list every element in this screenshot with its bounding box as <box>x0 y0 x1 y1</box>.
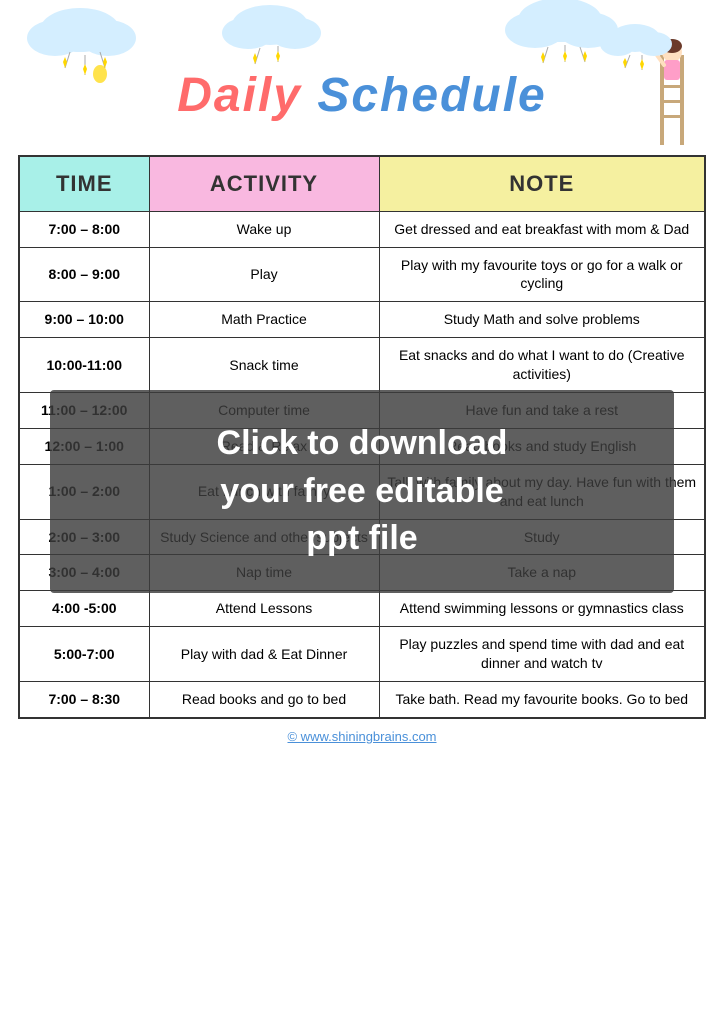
cell-note: Take bath. Read my favourite books. Go t… <box>379 682 705 718</box>
cell-time: 10:00-11:00 <box>19 338 149 393</box>
cell-activity: Wake up <box>149 211 379 247</box>
cell-activity: Play with dad & Eat Dinner <box>149 627 379 682</box>
overlay-line1: Click to download <box>70 420 654 468</box>
table-row: 7:00 – 8:00Wake upGet dressed and eat br… <box>19 211 705 247</box>
cell-time: 5:00-7:00 <box>19 627 149 682</box>
cell-time: 8:00 – 9:00 <box>19 247 149 302</box>
header-activity: ACTIVITY <box>149 156 379 211</box>
title-daily: Daily Schedule <box>177 69 546 122</box>
overlay-line2: your free editable <box>70 468 654 516</box>
table-row: 10:00-11:00Snack timeEat snacks and do w… <box>19 338 705 393</box>
cell-note: Play puzzles and spend time with dad and… <box>379 627 705 682</box>
table-row: 5:00-7:00Play with dad & Eat DinnerPlay … <box>19 627 705 682</box>
cell-note: Get dressed and eat breakfast with mom &… <box>379 211 705 247</box>
cell-note: Attend swimming lessons or gymnastics cl… <box>379 591 705 627</box>
table-row: 4:00 -5:00Attend LessonsAttend swimming … <box>19 591 705 627</box>
overlay-line3: ppt file <box>70 515 654 563</box>
header: Daily Schedule <box>0 0 724 155</box>
cell-activity: Math Practice <box>149 302 379 338</box>
cell-activity: Attend Lessons <box>149 591 379 627</box>
cell-note: Play with my favourite toys or go for a … <box>379 247 705 302</box>
table-row: 9:00 – 10:00Math PracticeStudy Math and … <box>19 302 705 338</box>
download-overlay[interactable]: Click to download your free editable ppt… <box>50 390 674 593</box>
cell-time: 4:00 -5:00 <box>19 591 149 627</box>
cell-time: 9:00 – 10:00 <box>19 302 149 338</box>
cell-activity: Snack time <box>149 338 379 393</box>
cell-note: Study Math and solve problems <box>379 302 705 338</box>
table-row: 8:00 – 9:00PlayPlay with my favourite to… <box>19 247 705 302</box>
cell-activity: Play <box>149 247 379 302</box>
table-row: 7:00 – 8:30Read books and go to bedTake … <box>19 682 705 718</box>
cell-time: 7:00 – 8:00 <box>19 211 149 247</box>
title: Daily Schedule <box>20 68 704 123</box>
header-note: NOTE <box>379 156 705 211</box>
footer[interactable]: © www.shiningbrains.com <box>0 719 724 754</box>
cell-note: Eat snacks and do what I want to do (Cre… <box>379 338 705 393</box>
header-time: TIME <box>19 156 149 211</box>
cell-time: 7:00 – 8:30 <box>19 682 149 718</box>
page-wrapper: Daily Schedule TIME ACTIVITY NOTE 7:00 –… <box>0 0 724 1024</box>
footer-url: © www.shiningbrains.com <box>287 729 436 744</box>
cell-activity: Read books and go to bed <box>149 682 379 718</box>
